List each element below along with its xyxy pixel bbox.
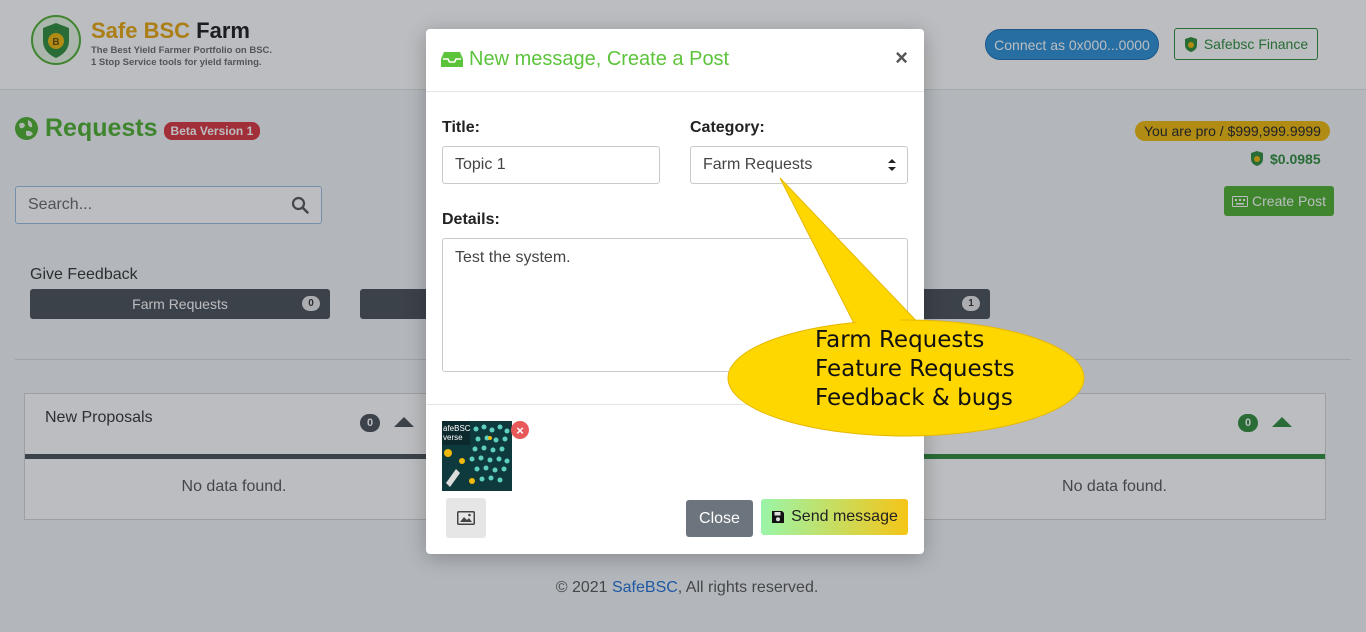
callout-option: Farm Requests <box>815 327 985 353</box>
select-arrows-icon <box>888 159 896 171</box>
details-label: Details: <box>442 211 500 228</box>
save-icon <box>772 511 785 523</box>
title-input[interactable] <box>442 146 660 184</box>
attachment-thumbnail[interactable]: afeBSC verse <box>442 421 512 491</box>
image-icon <box>457 511 475 525</box>
close-button[interactable]: Close <box>686 500 753 537</box>
attachment-image: afeBSC verse <box>442 421 512 491</box>
modal-title: New message, Create a Post <box>441 48 729 71</box>
callout-option: Feature Requests <box>815 356 1015 382</box>
create-post-modal: New message, Create a Post × Title: Cate… <box>426 29 924 554</box>
title-label: Title: <box>442 119 480 136</box>
modal-header: New message, Create a Post × <box>426 29 924 92</box>
svg-text:verse: verse <box>443 433 463 442</box>
modal-close-icon[interactable]: × <box>895 45 908 71</box>
category-select[interactable]: Farm Requests <box>690 146 908 184</box>
inbox-icon <box>441 52 463 67</box>
callout-option: Feedback & bugs <box>815 385 1013 411</box>
add-image-button[interactable] <box>446 498 486 538</box>
category-label: Category: <box>690 119 765 136</box>
send-message-button[interactable]: Send message <box>761 499 908 535</box>
callout-options-list: Farm Requests Feature Requests Feedback … <box>815 326 1015 413</box>
remove-attachment-icon[interactable]: × <box>511 421 529 439</box>
svg-text:afeBSC: afeBSC <box>443 424 471 433</box>
